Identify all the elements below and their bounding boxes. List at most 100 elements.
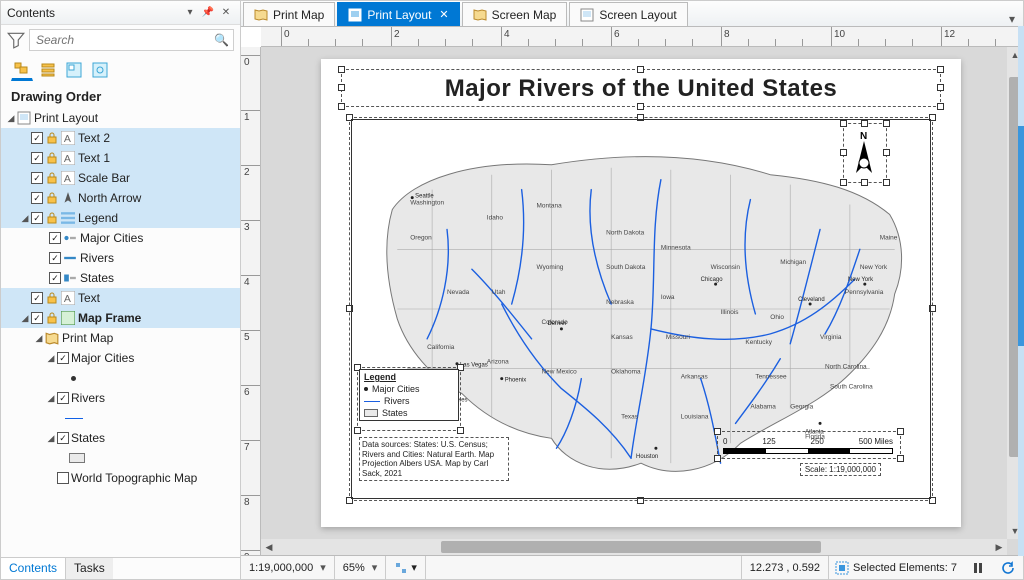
mode-drawing-order[interactable] bbox=[11, 59, 33, 81]
tree-layer-rivers[interactable]: ◢Rivers bbox=[1, 388, 240, 408]
svg-text:Wyoming: Wyoming bbox=[537, 264, 564, 271]
mode-selection[interactable] bbox=[63, 59, 85, 81]
svg-text:Oklahoma: Oklahoma bbox=[611, 369, 641, 376]
contents-panel: Contents ▾ 📌 ✕ 🔍 bbox=[1, 1, 241, 579]
svg-text:California: California bbox=[427, 344, 455, 351]
status-pause-icon[interactable] bbox=[963, 556, 993, 579]
tree-item-text1[interactable]: AText 1 bbox=[1, 148, 240, 168]
svg-text:N: N bbox=[860, 131, 867, 142]
tree-symbol-dot bbox=[1, 368, 240, 388]
mode-list-by-source[interactable] bbox=[37, 59, 59, 81]
scale-bar: 0125250500 Miles bbox=[723, 437, 893, 456]
tree-legend-rivers[interactable]: Rivers bbox=[1, 248, 240, 268]
svg-text:Arkansas: Arkansas bbox=[681, 374, 708, 381]
status-snap[interactable]: ▾ bbox=[386, 556, 426, 579]
svg-text:Minnesota: Minnesota bbox=[661, 244, 691, 251]
viewtab-print-map[interactable]: Print Map bbox=[243, 2, 335, 26]
contents-tree[interactable]: ◢ Print Layout AText 2 AText 1 AScale Ba… bbox=[1, 108, 240, 557]
svg-text:Wisconsin: Wisconsin bbox=[711, 264, 741, 271]
tree-legend-states[interactable]: States bbox=[1, 268, 240, 288]
svg-text:Missouri: Missouri bbox=[666, 334, 690, 341]
contents-header: Contents ▾ 📌 ✕ bbox=[1, 1, 240, 25]
svg-text:Kentucky: Kentucky bbox=[745, 339, 772, 346]
north-arrow-icon bbox=[61, 191, 75, 205]
svg-text:Cleveland: Cleveland bbox=[798, 297, 824, 303]
tree-item-northarrow[interactable]: North Arrow bbox=[1, 188, 240, 208]
workspace: Print Map Print Layout✕ Screen Map Scree… bbox=[241, 1, 1023, 579]
tree-item-legend[interactable]: ◢Legend bbox=[1, 208, 240, 228]
close-panel-icon[interactable]: ✕ bbox=[218, 5, 234, 21]
tree-layer-basemap[interactable]: World Topographic Map bbox=[1, 468, 240, 488]
north-arrow: N bbox=[847, 129, 881, 179]
status-coords: 12.273 , 0.592 bbox=[741, 556, 829, 579]
pin-icon[interactable]: 📌 bbox=[200, 5, 216, 21]
svg-text:Illinois: Illinois bbox=[721, 309, 739, 316]
tab-contents[interactable]: Contents bbox=[1, 558, 65, 579]
tree-symbol-line bbox=[1, 408, 240, 428]
mode-snapping[interactable] bbox=[89, 59, 111, 81]
drawing-order-heading: Drawing Order bbox=[1, 83, 240, 108]
viewtab-print-layout[interactable]: Print Layout✕ bbox=[337, 2, 459, 26]
svg-text:Pennsylvania: Pennsylvania bbox=[845, 289, 884, 296]
search-icon[interactable]: 🔍 bbox=[214, 33, 229, 47]
search-input-wrap[interactable]: 🔍 bbox=[29, 29, 234, 51]
svg-text:Seattle: Seattle bbox=[415, 194, 434, 200]
tree-root-print-layout[interactable]: ◢ Print Layout bbox=[1, 108, 240, 128]
svg-text:Louisiana: Louisiana bbox=[681, 413, 709, 420]
sidebar-bottom-tabs: Contents Tasks bbox=[1, 557, 240, 579]
expand-icon[interactable]: ◢ bbox=[5, 113, 17, 124]
status-scale[interactable]: 1:19,000,000 bbox=[241, 556, 335, 579]
tree-printmap[interactable]: ◢Print Map bbox=[1, 328, 240, 348]
svg-text:Alabama: Alabama bbox=[750, 403, 776, 410]
layout-page[interactable]: Major Rivers of the United States bbox=[321, 59, 961, 527]
svg-text:Chicago: Chicago bbox=[701, 277, 724, 283]
map-title: Major Rivers of the United States bbox=[351, 75, 931, 103]
tree-legend-majorcities[interactable]: Major Cities bbox=[1, 228, 240, 248]
svg-text:Kansas: Kansas bbox=[611, 334, 633, 341]
svg-text:Nevada: Nevada bbox=[447, 289, 470, 296]
text-element-icon: A bbox=[61, 131, 75, 145]
scale-text: Scale: 1:19,000,000 bbox=[800, 463, 881, 476]
close-tab-icon[interactable]: ✕ bbox=[439, 8, 448, 21]
viewtab-screen-layout[interactable]: Screen Layout bbox=[569, 2, 687, 26]
layout-canvas[interactable]: Major Rivers of the United States bbox=[261, 47, 1023, 555]
status-selected[interactable]: Selected Elements: 7 bbox=[829, 561, 963, 575]
svg-text:Maine: Maine bbox=[880, 234, 898, 241]
tab-tasks[interactable]: Tasks bbox=[65, 558, 113, 579]
map-icon bbox=[45, 331, 59, 345]
viewtab-screen-map[interactable]: Screen Map bbox=[462, 2, 568, 26]
autohide-icon[interactable]: ▾ bbox=[182, 5, 198, 21]
svg-text:Georgia: Georgia bbox=[790, 403, 813, 410]
visibility-checkbox[interactable] bbox=[31, 132, 43, 144]
view-tabstrip: Print Map Print Layout✕ Screen Map Scree… bbox=[241, 1, 1023, 27]
svg-text:New York: New York bbox=[848, 277, 873, 283]
tree-item-text2[interactable]: AText 2 bbox=[1, 128, 240, 148]
tree-item-mapframe[interactable]: ◢Map Frame bbox=[1, 308, 240, 328]
lock-icon[interactable] bbox=[45, 131, 59, 145]
hscrollbar[interactable]: ◀ ▶ bbox=[261, 539, 1007, 555]
tree-layer-states[interactable]: ◢States bbox=[1, 428, 240, 448]
contents-search-row: 🔍 bbox=[1, 25, 240, 55]
filter-icon[interactable] bbox=[7, 31, 25, 49]
tree-item-scalebar[interactable]: AScale Bar bbox=[1, 168, 240, 188]
svg-text:A: A bbox=[64, 293, 71, 305]
point-layer-icon bbox=[63, 231, 77, 245]
status-refresh-icon[interactable] bbox=[993, 556, 1023, 579]
app-right-scrollbar[interactable] bbox=[1018, 26, 1024, 556]
svg-text:A: A bbox=[64, 173, 71, 185]
canvas-wrap: 0123456789 Major Rivers of the United St… bbox=[241, 47, 1023, 555]
svg-text:Montana: Montana bbox=[537, 203, 563, 210]
tree-layer-majorcities[interactable]: ◢Major Cities bbox=[1, 348, 240, 368]
tree-item-text[interactable]: AText bbox=[1, 288, 240, 308]
svg-text:Tennessee: Tennessee bbox=[755, 374, 787, 381]
app-root: Contents ▾ 📌 ✕ 🔍 bbox=[0, 0, 1024, 580]
search-input[interactable] bbox=[34, 32, 214, 48]
svg-text:South Carolina: South Carolina bbox=[830, 384, 873, 391]
svg-text:Oregon: Oregon bbox=[410, 234, 432, 241]
legend-box: Legend Major Cities Rivers States bbox=[359, 369, 459, 421]
viewtab-overflow-icon[interactable]: ▾ bbox=[1001, 12, 1023, 26]
ruler-horizontal: 024681012 bbox=[261, 27, 1023, 47]
contents-mode-row bbox=[1, 55, 240, 83]
status-zoom[interactable]: 65% bbox=[335, 556, 387, 579]
svg-text:Arizona: Arizona bbox=[487, 359, 509, 366]
